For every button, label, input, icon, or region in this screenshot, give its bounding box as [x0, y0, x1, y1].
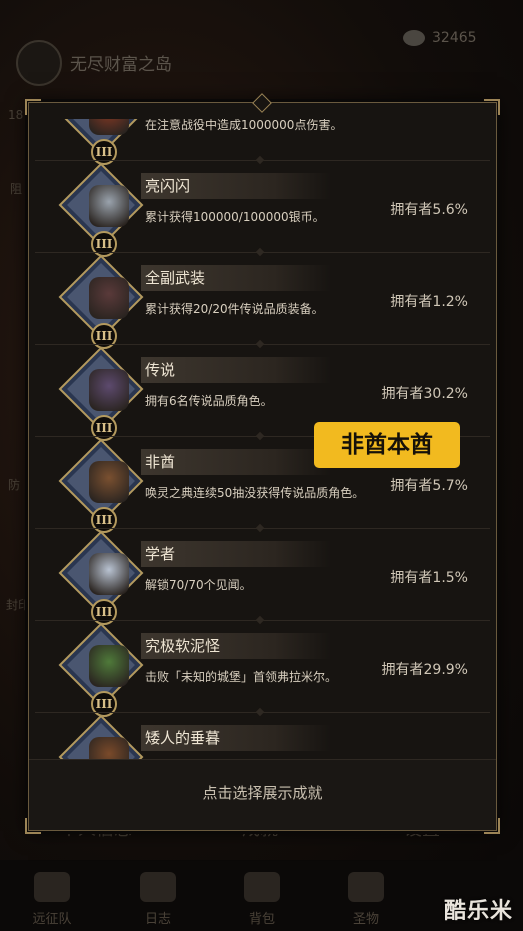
modal-footer[interactable]: 点击选择展示成就 — [29, 759, 496, 830]
silver-coin-icon — [403, 30, 425, 46]
callout-label: 非酋本酋 — [314, 422, 460, 468]
achievement-title: 学者 — [145, 545, 176, 563]
achievement-row[interactable]: III 亮闪闪 累计获得100000/100000银币。 拥有者5.6% — [35, 161, 490, 257]
achievement-description: 累计获得100000/100000银币。 — [145, 210, 325, 224]
bag-icon — [244, 872, 280, 902]
owner-percentage: 拥有者30.2% — [381, 386, 468, 402]
watermark-text: 酷乐米 — [443, 899, 513, 924]
achievement-description: 在注意战役中造成1000000点伤害。 — [145, 119, 343, 132]
nav-bag[interactable]: 背包 — [222, 860, 302, 931]
side-text: 阻 — [10, 182, 23, 196]
achievement-row[interactable]: III 矮人的垂暮 — [35, 713, 490, 759]
nav-relic[interactable]: 圣物 — [326, 860, 406, 931]
achievement-description: 唤灵之典连续50抽没获得传说品质角色。 — [145, 486, 365, 500]
nav-log[interactable]: 日志 — [118, 860, 198, 931]
achievement-description: 拥有6名传说品质角色。 — [145, 394, 273, 408]
owner-percentage: 拥有者1.5% — [390, 570, 468, 586]
achievement-row[interactable]: III 究极软泥怪 击败「未知的城堡」首领弗拉米尔。 拥有者29.9% — [35, 621, 490, 717]
log-icon — [140, 872, 176, 902]
side-text: 封印 — [6, 598, 31, 612]
achievement-art-icon — [89, 553, 129, 595]
relic-icon — [348, 872, 384, 902]
achievement-title: 亮闪闪 — [145, 177, 191, 195]
achievement-art-icon — [89, 369, 129, 411]
achievement-art-icon — [89, 645, 129, 687]
achievement-row[interactable]: III 在注意战役中造成1000000点伤害。 — [35, 119, 490, 165]
achievement-art-icon — [89, 737, 129, 759]
owner-percentage: 拥有者5.6% — [390, 202, 468, 218]
side-text: 防 — [8, 478, 21, 492]
helmet-icon — [34, 872, 70, 902]
achievement-title: 非酋 — [145, 453, 176, 471]
achievement-title: 究极软泥怪 — [145, 637, 221, 655]
achievement-description: 解锁70/70个见闻。 — [145, 578, 252, 592]
achievement-description: 击败「未知的城堡」首领弗拉米尔。 — [145, 670, 338, 684]
achievement-art-icon — [89, 185, 129, 227]
achievement-title: 矮人的垂暮 — [145, 729, 221, 747]
select-showcase-hint[interactable]: 点击选择展示成就 — [29, 782, 496, 803]
owner-percentage: 拥有者29.9% — [381, 662, 468, 678]
side-text: 18 — [8, 108, 24, 122]
achievement-description: 累计获得20/20件传说品质装备。 — [145, 302, 324, 316]
guild-emblem-icon — [16, 40, 62, 86]
achievement-title: 全副武装 — [145, 269, 206, 287]
achievement-title: 传说 — [145, 361, 176, 379]
achievement-art-icon — [89, 119, 129, 135]
coin-count: 32465 — [432, 30, 477, 46]
achievement-art-icon — [89, 461, 129, 503]
achievement-art-icon — [89, 277, 129, 319]
owner-percentage: 拥有者5.7% — [390, 478, 468, 494]
owner-percentage: 拥有者1.2% — [390, 294, 468, 310]
island-title: 无尽财富之岛 — [70, 55, 172, 75]
achievement-row[interactable]: III 学者 解锁70/70个见闻。 拥有者1.5% — [35, 529, 490, 625]
achievement-row[interactable]: III 全副武装 累计获得20/20件传说品质装备。 拥有者1.2% — [35, 253, 490, 349]
nav-expedition[interactable]: 远征队 — [12, 860, 92, 931]
